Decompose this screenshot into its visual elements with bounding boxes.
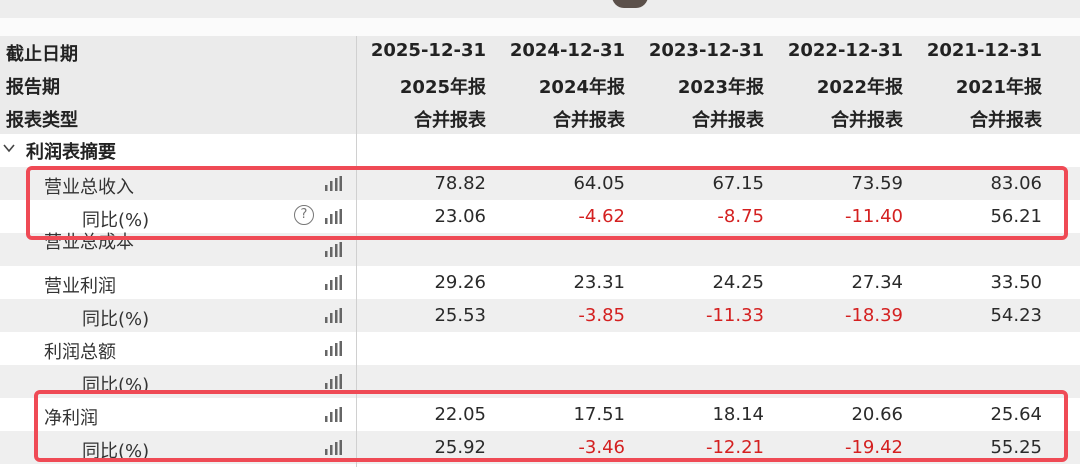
value-cell: 73.59 [851,173,903,194]
table-row[interactable]: 同比(%)? 23.06 -4.62 -8.75 -11.40 56.21 [0,200,1080,233]
value-cell: -4.62 [578,206,625,227]
header-label: 报表类型 [6,110,78,131]
bar-chart-icon[interactable] [324,407,342,422]
row-label: 营业总收入 [44,177,134,198]
column-divider [356,36,357,467]
chevron-down-icon[interactable] [2,140,16,154]
header-cell: 合并报表 [553,110,625,131]
value-cell: 83.06 [990,173,1042,194]
bar-chart-icon[interactable] [324,440,342,455]
table-row[interactable]: 营业总成本 [0,232,1080,266]
table-row[interactable]: 净利润 22.05 17.51 18.14 20.66 25.64 [0,398,1080,431]
header-row-period: 报告期 2025年报 2024年报 2023年报 2022年报 2021年报 [0,69,1080,101]
section-label: 利润表摘要 [26,142,116,163]
row-label: 同比(%) [82,309,150,330]
header-cell: 合并报表 [414,110,486,131]
value-cell: 25.92 [434,437,486,458]
value-cell: -19.42 [844,437,903,458]
value-cell: 33.50 [990,272,1042,293]
value-cell: -18.39 [844,305,903,326]
header-row-date: 截止日期 2025-12-31 2024-12-31 2023-12-31 20… [0,36,1080,68]
header-cell: 2021-12-31 [926,40,1042,61]
value-cell: -11.40 [844,206,903,227]
bar-chart-icon[interactable] [324,275,342,290]
header-cell: 合并报表 [831,110,903,131]
header-cell: 2025年报 [399,77,486,98]
row-label: 营业利润 [44,276,116,297]
bar-chart-icon[interactable] [324,374,342,389]
value-cell: 17.51 [573,404,625,425]
top-band [0,0,1080,18]
value-cell: 18.14 [712,404,764,425]
table-row[interactable]: 利润总额 [0,332,1080,365]
header-cell: 2025-12-31 [370,40,486,61]
table-row[interactable]: 同比(%) 25.53 -3.85 -11.33 -18.39 54.23 [0,299,1080,332]
header-cell: 2023-12-31 [648,40,764,61]
bar-chart-icon[interactable] [324,308,342,323]
value-cell: -12.21 [705,437,764,458]
value-cell: -11.33 [705,305,764,326]
row-label: 利润总额 [44,342,116,363]
row-label: 营业总成本 [44,232,134,253]
bar-chart-icon[interactable] [324,341,342,356]
value-cell: 56.21 [990,206,1042,227]
header-cell: 2023年报 [677,77,764,98]
row-label: 同比(%) [82,375,150,396]
value-cell: 55.25 [990,437,1042,458]
question-mark-icon[interactable]: ? [294,205,314,225]
table-row[interactable]: 营业利润 29.26 23.31 24.25 27.34 33.50 [0,266,1080,299]
header-cell: 2024-12-31 [509,40,625,61]
header-row-type: 报表类型 合并报表 合并报表 合并报表 合并报表 合并报表 [0,102,1080,134]
value-cell: 67.15 [712,173,764,194]
header-cell: 合并报表 [970,110,1042,131]
section-row[interactable]: 利润表摘要 [0,134,1080,167]
value-cell: -3.46 [578,437,625,458]
value-cell: 24.25 [712,272,764,293]
value-cell: 23.31 [573,272,625,293]
header-cell: 2022-12-31 [787,40,903,61]
value-cell: 25.64 [990,404,1042,425]
row-label: 净利润 [44,408,98,429]
table-header: 截止日期 2025-12-31 2024-12-31 2023-12-31 20… [0,36,1080,134]
table-row[interactable]: 营业总收入 78.82 64.05 67.15 73.59 83.06 [0,167,1080,200]
header-cell: 2022年报 [816,77,903,98]
header-label: 报告期 [6,77,60,98]
avatar [612,0,648,8]
header-cell: 合并报表 [692,110,764,131]
value-cell: 78.82 [434,173,486,194]
spacer-band [0,18,1080,36]
row-label: 同比(%) [82,441,150,462]
bar-chart-icon[interactable] [324,242,342,257]
value-cell: 22.05 [434,404,486,425]
table-row[interactable]: 同比(%) [0,365,1080,398]
value-cell: 54.23 [990,305,1042,326]
header-label: 截止日期 [6,44,78,65]
header-cell: 2021年报 [955,77,1042,98]
value-cell: 27.34 [851,272,903,293]
value-cell: -8.75 [717,206,764,227]
value-cell: 25.53 [434,305,486,326]
value-cell: 20.66 [851,404,903,425]
value-cell: 29.26 [434,272,486,293]
value-cell: -3.85 [578,305,625,326]
bar-chart-icon[interactable] [324,176,342,191]
header-cell: 2024年报 [538,77,625,98]
table-row[interactable]: 同比(%) 25.92 -3.46 -12.21 -19.42 55.25 [0,431,1080,464]
value-cell: 23.06 [434,206,486,227]
bar-chart-icon[interactable] [324,209,342,224]
value-cell: 64.05 [573,173,625,194]
